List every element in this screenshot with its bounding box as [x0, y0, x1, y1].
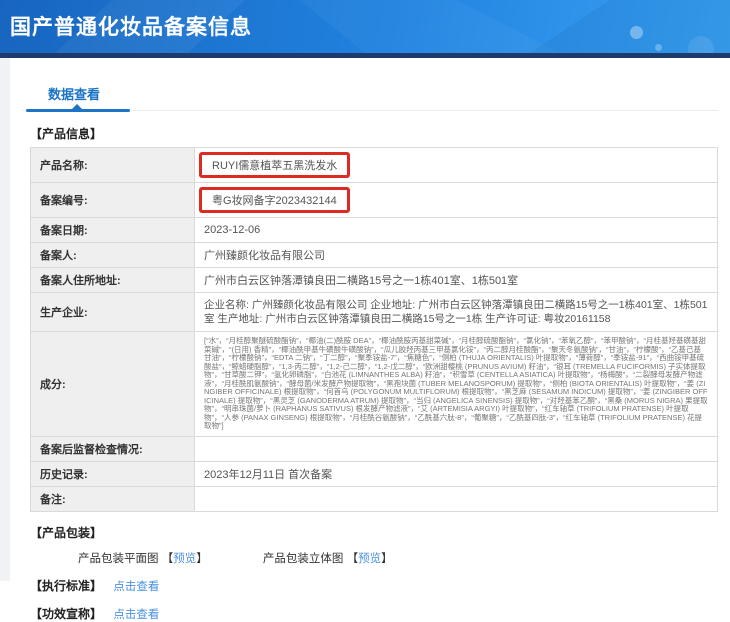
left-gutter — [0, 58, 10, 581]
packaging-stereo-label: 产品包装立体图 — [262, 553, 344, 565]
page-header: 国产普通化妆品备案信息 — [0, 0, 730, 53]
row-value: 粤G妆网备字2023432144 — [194, 182, 718, 218]
row-label: 备注: — [30, 486, 195, 512]
page-title: 国产普通化妆品备案信息 — [10, 16, 252, 39]
row-label: 备案编号: — [30, 182, 195, 218]
manufacturer-value: 企业名称: 广州臻颜化妆品有限公司 企业地址: 广州市白云区钟落潭镇良田二横路1… — [204, 298, 708, 325]
row-label: 产品名称: — [30, 147, 195, 183]
row-value — [194, 436, 718, 462]
row-value — [194, 486, 718, 512]
tab-caret-icon — [72, 104, 82, 109]
exec-standard-title: 【执行标准】 — [30, 579, 103, 593]
row-label: 备案日期: — [30, 217, 195, 243]
packaging-stereo-preview-link[interactable]: 预览 — [358, 553, 381, 565]
table-row-history: 历史记录: 2023年12月11日 首次备案 — [30, 461, 718, 487]
exec-standard-view-link[interactable]: 点击查看 — [113, 581, 159, 593]
row-label: 备案人住所地址: — [30, 267, 195, 293]
section-packaging-title: 【产品包装】 — [30, 526, 103, 540]
efficacy-claim-view-link[interactable]: 点击查看 — [113, 609, 159, 621]
banner-dot-decoration — [630, 26, 643, 39]
section-efficacy-claim: 【功效宣称】 点击查看 — [30, 605, 718, 622]
table-row-registration-number: 备案编号: 粤G妆网备字2023432144 — [30, 182, 718, 218]
row-value: 2023年12月11日 首次备案 — [194, 461, 718, 487]
table-row-registrant-address: 备案人住所地址: 广州市白云区钟落潭镇良田二横路15号之一1栋401室、1栋50… — [30, 267, 718, 293]
table-row-post-registration-inspection: 备案后监督检查情况: — [30, 436, 718, 462]
row-value: RUYI儒意植萃五黑洗发水 — [194, 147, 718, 183]
row-value: [“水”，“月桂醇聚醚硫酸酯钠”，“椰油(二)酰胺 DEA”，“椰油酰胺丙基甜菜… — [194, 331, 718, 437]
packaging-flat-item: 产品包装平面图 【预览】 — [78, 553, 211, 565]
highlight-box-product-name: RUYI儒意植萃五黑洗发水 — [199, 152, 351, 178]
packaging-stereo-item: 产品包装立体图 【预览】 — [263, 553, 393, 565]
row-label: 备案后监督检查情况: — [30, 436, 195, 462]
product-name-value: RUYI儒意植萃五黑洗发水 — [212, 160, 338, 172]
table-row-registration-date: 备案日期: 2023-12-06 — [30, 217, 718, 243]
highlight-box-registration-number: 粤G妆网备字2023432144 — [199, 187, 350, 213]
row-label: 成分: — [30, 331, 195, 437]
banner-dot-decoration — [655, 44, 662, 51]
packaging-flat-preview-link[interactable]: 预览 — [173, 553, 196, 565]
tab-data-view[interactable]: 数据查看 — [48, 84, 100, 103]
banner-polygon-decoration — [300, 0, 560, 53]
main-content: 数据查看 【产品信息】 产品名称: RUYI儒意植萃五黑洗发水 备案编号: 粤G… — [22, 80, 718, 622]
row-label: 备案人: — [30, 242, 195, 268]
product-info-table: 产品名称: RUYI儒意植萃五黑洗发水 备案编号: 粤G妆网备字20234321… — [30, 147, 718, 512]
table-row-ingredients: 成分: [“水”，“月桂醇聚醚硫酸酯钠”，“椰油(二)酰胺 DEA”，“椰油酰胺… — [30, 331, 718, 437]
packaging-preview-line: 产品包装平面图 【预览】 产品包装立体图 【预览】 — [78, 550, 718, 566]
ingredients-value: [“水”，“月桂醇聚醚硫酸酯钠”，“椰油(二)酰胺 DEA”，“椰油酰胺丙基甜菜… — [204, 335, 708, 431]
banner-bottom-edge — [0, 53, 730, 58]
bracket: 】 — [196, 553, 208, 565]
row-value: 企业名称: 广州臻颜化妆品有限公司 企业地址: 广州市白云区钟落潭镇良田二横路1… — [194, 292, 718, 332]
tab-bar: 数据查看 — [22, 80, 718, 112]
row-value: 广州臻颜化妆品有限公司 — [194, 242, 718, 268]
row-label: 历史记录: — [30, 461, 195, 487]
row-value: 广州市白云区钟落潭镇良田二横路15号之一1栋401室、1栋501室 — [194, 267, 718, 293]
table-row-product-name: 产品名称: RUYI儒意植萃五黑洗发水 — [30, 147, 718, 183]
table-row-manufacturer: 生产企业: 企业名称: 广州臻颜化妆品有限公司 企业地址: 广州市白云区钟落潭镇… — [30, 292, 718, 332]
bracket: 【 — [346, 553, 359, 565]
registration-number-value: 粤G妆网备字2023432144 — [212, 195, 337, 207]
bracket: 】 — [381, 553, 393, 565]
table-row-registrant: 备案人: 广州臻颜化妆品有限公司 — [30, 242, 718, 268]
row-label: 生产企业: — [30, 292, 195, 332]
packaging-flat-label: 产品包装平面图 — [78, 553, 159, 565]
row-value: 2023-12-06 — [194, 217, 718, 243]
section-product-info-title: 【产品信息】 — [30, 127, 103, 141]
tab-active-underline — [26, 109, 130, 112]
bracket: 【 — [161, 553, 174, 565]
section-exec-standard: 【执行标准】 点击查看 — [30, 577, 718, 594]
table-row-remarks: 备注: — [30, 486, 718, 512]
efficacy-claim-title: 【功效宣称】 — [30, 607, 103, 621]
